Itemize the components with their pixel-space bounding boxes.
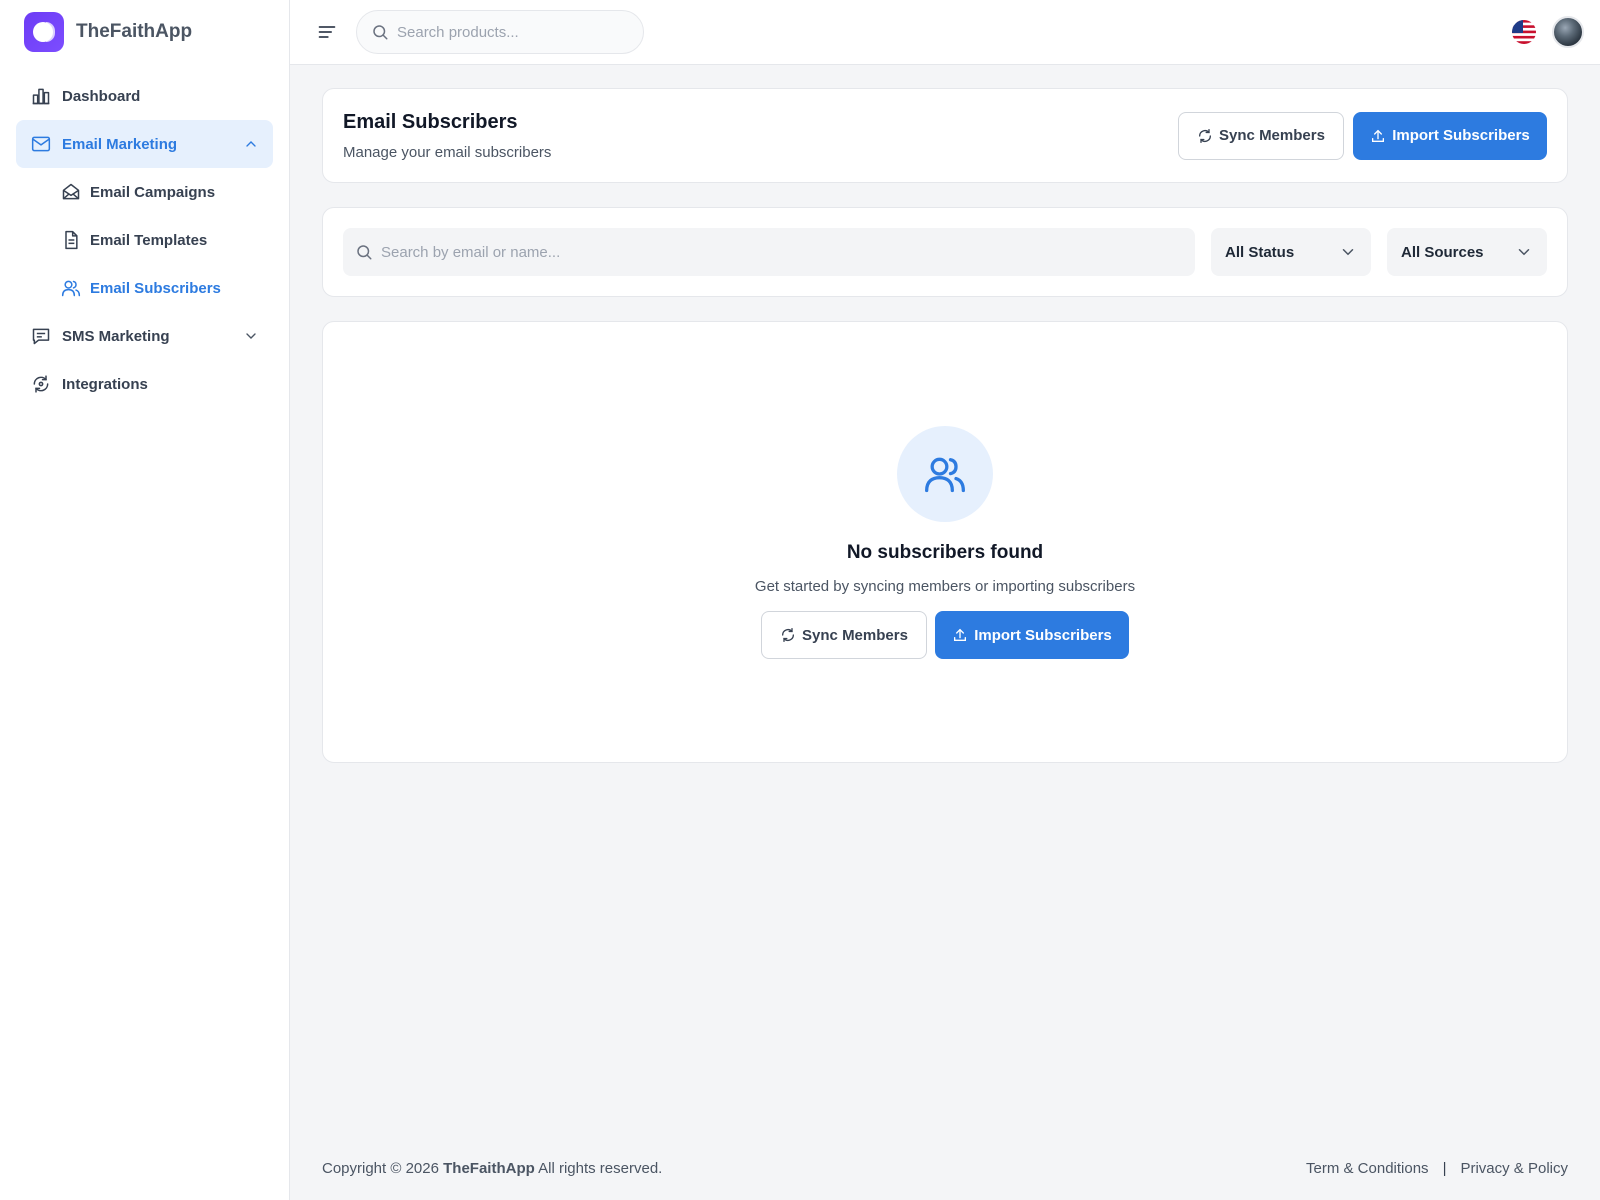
sidebar: TheFaithApp Dashboard Email Marketing Em…: [0, 0, 290, 1200]
copyright-suffix: All rights reserved.: [538, 1160, 663, 1177]
product-search-input[interactable]: [397, 23, 617, 41]
search-icon: [371, 23, 389, 41]
page-subtitle: Manage your email subscribers: [343, 143, 552, 161]
sidebar-item-dashboard[interactable]: Dashboard: [16, 72, 273, 120]
empty-state-title: No subscribers found: [846, 542, 1044, 563]
top-header: [290, 0, 1600, 65]
search-icon: [355, 243, 373, 261]
brand[interactable]: TheFaithApp: [0, 0, 289, 64]
chevron-up-icon: [243, 136, 259, 152]
sync-members-label: Sync Members: [1219, 127, 1325, 144]
page-title: Email Subscribers: [343, 110, 518, 133]
sidebar-item-label: Dashboard: [62, 87, 141, 105]
empty-state-card: No subscribers found Get started by sync…: [322, 321, 1568, 763]
sidebar-subitem-email-subscribers[interactable]: Email Subscribers: [16, 264, 273, 312]
copyright-brand: TheFaithApp: [443, 1160, 535, 1177]
status-filter-select[interactable]: All Status: [1211, 228, 1371, 276]
chevron-down-icon: [1515, 243, 1533, 261]
header-actions: [1512, 16, 1584, 48]
sidebar-item-label: SMS Marketing: [62, 327, 170, 345]
sidebar-subitem-email-templates[interactable]: Email Templates: [16, 216, 273, 264]
terms-link[interactable]: Term & Conditions: [1306, 1160, 1429, 1177]
upload-icon: [952, 627, 968, 643]
app-logo: [24, 12, 64, 52]
refresh-sync-icon: [30, 373, 52, 395]
us-flag-icon[interactable]: [1512, 20, 1536, 44]
chevron-down-icon: [243, 328, 259, 344]
source-filter-select[interactable]: All Sources: [1387, 228, 1547, 276]
main-content: Email Subscribers Manage your email subs…: [322, 88, 1568, 763]
subscriber-search-input[interactable]: [381, 243, 1195, 261]
sidebar-item-label: Email Marketing: [62, 135, 178, 153]
mail-icon: [30, 133, 52, 155]
chevron-down-icon: [1339, 243, 1357, 261]
user-avatar[interactable]: [1552, 16, 1584, 48]
status-filter-value: All Status: [1225, 243, 1295, 261]
footer: Copyright © 2026 TheFaithApp All rights …: [322, 1160, 1568, 1177]
users-icon: [60, 277, 82, 299]
sync-members-label: Sync Members: [802, 626, 908, 644]
source-filter-value: All Sources: [1401, 243, 1484, 261]
upload-icon: [1370, 128, 1386, 144]
empty-state-description: Get started by syncing members or import…: [754, 578, 1136, 595]
app-name: TheFaithApp: [76, 21, 193, 42]
import-subscribers-label: Import Subscribers: [974, 626, 1112, 644]
bar-chart-icon: [30, 85, 52, 107]
sidebar-subitem-label: Email Subscribers: [90, 279, 221, 297]
sync-members-button[interactable]: Sync Members: [1178, 111, 1344, 160]
import-subscribers-label: Import Subscribers: [1392, 127, 1530, 144]
copyright-text: Copyright © 2026 TheFaithApp All rights …: [322, 1160, 662, 1177]
product-search[interactable]: [356, 10, 644, 54]
refresh-icon: [1197, 128, 1213, 144]
privacy-link[interactable]: Privacy & Policy: [1460, 1160, 1568, 1177]
empty-state-actions: Sync Members Import Subscribers: [761, 611, 1129, 659]
sidebar-item-label: Integrations: [62, 375, 148, 393]
empty-sync-members-button[interactable]: Sync Members: [761, 611, 927, 659]
menu-icon[interactable]: [316, 21, 338, 43]
page-actions: Sync Members Import Subscribers: [1178, 111, 1547, 160]
footer-divider: |: [1442, 1160, 1447, 1177]
sidebar-subitem-label: Email Campaigns: [90, 183, 216, 201]
sidebar-item-sms-marketing[interactable]: SMS Marketing: [16, 312, 273, 360]
copyright-prefix: Copyright © 2026: [322, 1160, 439, 1177]
mail-open-icon: [60, 181, 82, 203]
empty-import-subscribers-button[interactable]: Import Subscribers: [935, 611, 1129, 659]
file-text-icon: [60, 229, 82, 251]
import-subscribers-button[interactable]: Import Subscribers: [1353, 111, 1547, 160]
footer-links: Term & Conditions | Privacy & Policy: [1306, 1160, 1568, 1177]
sidebar-subitem-label: Email Templates: [90, 231, 208, 249]
sidebar-item-email-marketing[interactable]: Email Marketing: [16, 120, 273, 168]
message-square-icon: [30, 325, 52, 347]
filters-card: All Status All Sources: [322, 207, 1568, 297]
sidebar-nav: Dashboard Email Marketing Email Campaign…: [0, 64, 289, 416]
page-header-card: Email Subscribers Manage your email subs…: [322, 88, 1568, 183]
refresh-icon: [780, 627, 796, 643]
sidebar-item-integrations[interactable]: Integrations: [16, 360, 273, 408]
users-icon: [897, 426, 993, 522]
sidebar-subitem-email-campaigns[interactable]: Email Campaigns: [16, 168, 273, 216]
subscriber-search[interactable]: [343, 228, 1195, 276]
